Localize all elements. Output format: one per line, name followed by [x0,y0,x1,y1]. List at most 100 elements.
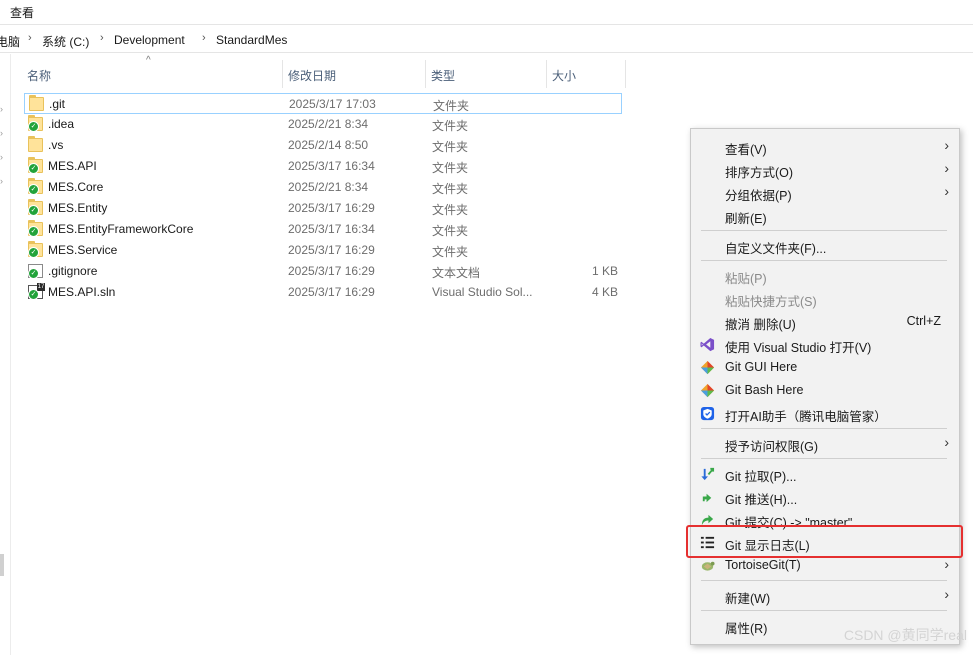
chevron-right-icon: › [28,32,32,44]
solution-file-icon: 17 ✓ [28,283,45,300]
visual-studio-icon [700,337,715,352]
menu-item-refresh[interactable]: 刷新(E) [691,204,959,227]
folder-icon: ✓ [28,241,43,258]
file-type: 文本文档 [432,266,481,280]
breadcrumb-standardmes[interactable]: StandardMes [216,33,287,47]
file-name: MES.EntityFrameworkCore [48,222,194,236]
chevron-right-icon: › [100,32,104,44]
file-row[interactable]: .git 2025/3/17 17:03 文件夹 [24,93,622,114]
file-date: 2025/3/17 16:29 [288,264,375,278]
menu-item-ai-assistant[interactable]: 打开AI助手（腾讯电脑管家） [691,402,959,425]
file-date: 2025/3/17 16:34 [288,222,375,236]
menu-separator [701,610,947,611]
file-row[interactable]: ✓ .idea 2025/2/21 8:34 文件夹 [24,114,622,135]
address-bar[interactable]: 电脑 › 系统 (C:) › Development › StandardMes [0,28,973,53]
chevron-right-icon: › [944,183,949,199]
menu-item-git-pull[interactable]: Git 拉取(P)... [691,462,959,485]
expand-arrow-icon[interactable]: › [0,128,3,138]
column-type-label: 类型 [431,69,456,83]
git-status-check-icon: ✓ [28,289,39,300]
shortcut-label: Ctrl+Z [906,314,941,328]
shield-icon [700,406,715,421]
menu-item-view[interactable]: 查看(V) › [691,135,959,158]
menu-bar: 查看 [0,0,973,25]
column-header-size[interactable]: 大小 [547,60,626,88]
breadcrumb-drive[interactable]: 系统 (C:) [42,33,89,50]
menu-item-git-push[interactable]: Git 推送(H)... [691,485,959,508]
chevron-right-icon: › [202,32,206,44]
file-row[interactable]: ✓ MES.Core 2025/2/21 8:34 文件夹 [24,177,622,198]
file-name: MES.Entity [48,201,108,215]
menu-item-paste[interactable]: 粘贴(P) [691,264,959,287]
file-date: 2025/2/14 8:50 [288,138,369,152]
file-size: 1 KB [591,264,618,278]
menu-item-paste-shortcut[interactable]: 粘贴快捷方式(S) [691,287,959,310]
menu-item-label: 自定义文件夹(F)... [725,242,827,256]
column-header-date[interactable]: 修改日期 [283,60,426,88]
file-row[interactable]: ✓ MES.Service 2025/3/17 16:29 文件夹 [24,240,622,261]
menu-item-label: 排序方式(O) [725,166,794,180]
file-date: 2025/2/21 8:34 [288,180,369,194]
column-header-type[interactable]: 类型 [426,60,547,88]
menu-item-label: Git 拉取(P)... [725,470,797,484]
file-type: 文件夹 [432,203,469,217]
breadcrumb-pc[interactable]: 电脑 [0,33,20,50]
file-date: 2025/3/17 16:29 [288,243,375,257]
file-date: 2025/3/17 16:34 [288,159,375,173]
expand-arrow-icon[interactable]: › [0,152,3,162]
menu-item-label: Git GUI Here [725,360,798,374]
expand-arrow-icon[interactable]: › [0,176,3,186]
menu-item-customize[interactable]: 自定义文件夹(F)... [691,234,959,257]
menu-item-label: Git Bash Here [725,383,804,397]
chevron-right-icon: › [944,160,949,176]
menu-item-open-visual-studio[interactable]: 使用 Visual Studio 打开(V) [691,333,959,356]
file-row[interactable]: ✓ MES.EntityFrameworkCore 2025/3/17 16:3… [24,219,622,240]
file-row[interactable]: ✓ .gitignore 2025/3/17 16:29 文本文档 1 KB [24,261,622,282]
folder-icon: ✓ [28,157,43,174]
file-row[interactable]: ✓ MES.Entity 2025/3/17 16:29 文件夹 [24,198,622,219]
breadcrumb-development[interactable]: Development [114,33,185,47]
file-name: .gitignore [48,264,98,278]
menu-item-label: 属性(R) [725,622,768,636]
file-type: 文件夹 [432,161,469,175]
file-date: 2025/3/17 16:29 [288,201,375,215]
menu-item-label: 粘贴(P) [725,272,767,286]
file-type: 文件夹 [432,140,469,154]
menu-item-label: 新建(W) [725,592,771,606]
git-push-icon [702,493,712,503]
file-name: .idea [48,117,75,131]
menu-item-sort[interactable]: 排序方式(O) › [691,158,959,181]
file-date: 2025/2/21 8:34 [288,117,369,131]
file-type: Visual Studio Sol... [432,285,533,299]
folder-icon: ✓ [28,199,43,216]
column-size-label: 大小 [552,69,577,83]
menu-item-git-bash[interactable]: Git Bash Here [691,379,959,402]
menu-item-label: 授予访问权限(G) [725,440,819,454]
folder-icon [29,95,44,111]
menu-separator [701,428,947,429]
file-type: 文件夹 [433,99,470,113]
expand-arrow-icon[interactable]: › [0,104,3,114]
menu-item-label: Git 推送(H)... [725,493,798,507]
chevron-right-icon: › [944,434,949,450]
menu-item-new[interactable]: 新建(W) › [691,584,959,607]
file-row[interactable]: .vs 2025/2/14 8:50 文件夹 [24,135,622,156]
git-diamond-icon [700,383,715,398]
git-status-check-icon: ✓ [28,205,39,216]
file-name: MES.Service [48,243,118,257]
menu-item-undo-delete[interactable]: 撤消 删除(U) Ctrl+Z [691,310,959,333]
menu-item-label: 打开AI助手（腾讯电脑管家） [725,410,887,424]
file-row[interactable]: 17 ✓ MES.API.sln 2025/3/17 16:29 Visual S… [24,282,622,303]
menu-item-git-gui[interactable]: Git GUI Here [691,356,959,379]
file-name: .vs [48,138,64,152]
menu-item-group[interactable]: 分组依据(P) › [691,181,959,204]
git-status-check-icon: ✓ [28,121,39,132]
file-row[interactable]: ✓ MES.API 2025/3/17 16:34 文件夹 [24,156,622,177]
navigation-pane[interactable]: › › › › [0,54,11,655]
menu-item-grant-access[interactable]: 授予访问权限(G) › [691,432,959,455]
highlight-annotation [686,525,963,558]
view-menu[interactable]: 查看 [10,4,34,21]
menu-separator [701,260,947,261]
menu-item-label: 分组依据(P) [725,189,792,203]
column-header-name[interactable]: 名称 [22,60,283,88]
